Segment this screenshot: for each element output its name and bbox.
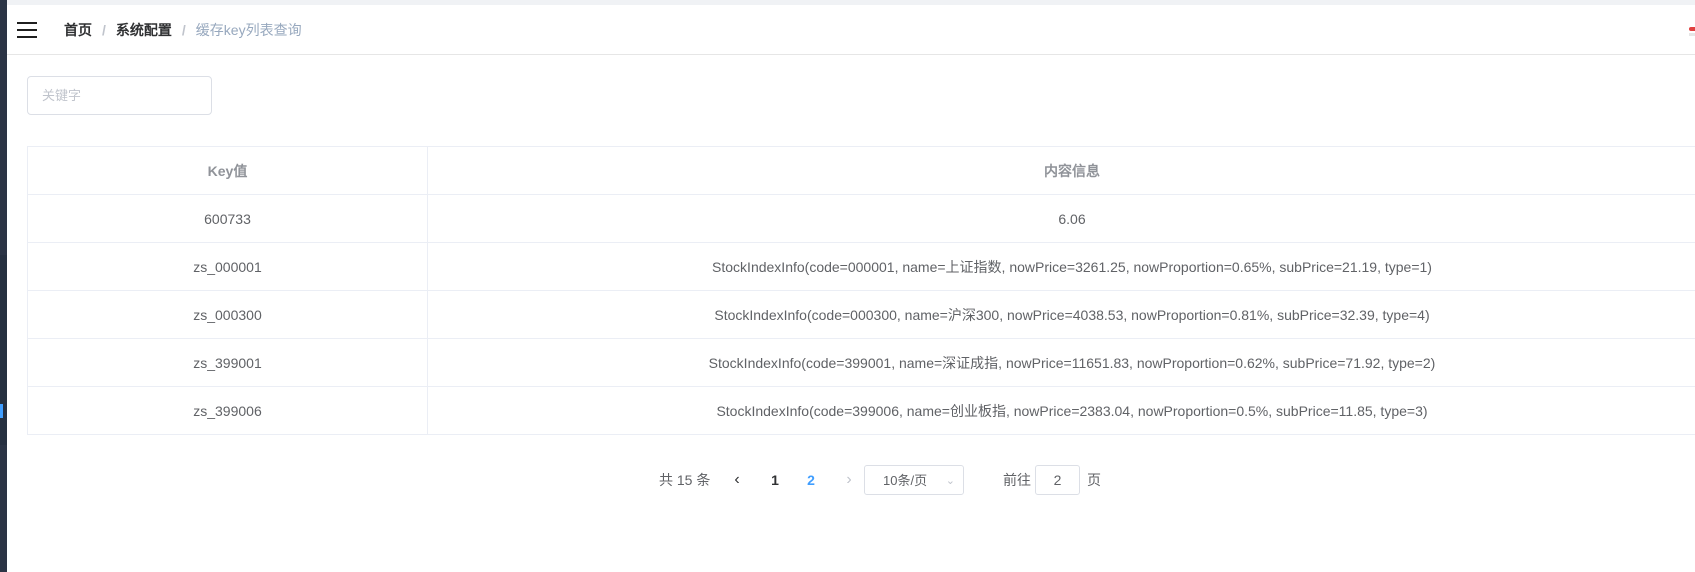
- cell-content: StockIndexInfo(code=000001, name=上证指数, n…: [427, 242, 1695, 291]
- chevron-right-icon[interactable]: ›: [841, 465, 857, 495]
- column-header-key[interactable]: Key值: [27, 146, 428, 195]
- pagination-total: 共 15 条: [659, 472, 711, 488]
- breadcrumb-home[interactable]: 首页: [64, 20, 92, 40]
- table-row[interactable]: zs_000001 StockIndexInfo(code=000001, na…: [27, 242, 1695, 291]
- page-number-1[interactable]: 1: [763, 465, 787, 495]
- goto-suffix: 页: [1087, 472, 1101, 488]
- sidebar-active-marker: [0, 404, 3, 418]
- cell-key: zs_000300: [27, 290, 428, 339]
- sidebar-edge: [0, 0, 7, 572]
- cache-key-table: Key值 内容信息 600733 6.06 zs_000001 StockInd…: [27, 146, 1695, 435]
- cell-content: 6.06: [427, 194, 1695, 243]
- cell-key: zs_399001: [27, 338, 428, 387]
- page-number-2[interactable]: 2: [799, 465, 823, 495]
- breadcrumb-separator: /: [102, 21, 106, 38]
- table-row[interactable]: zs_000300 StockIndexInfo(code=000300, na…: [27, 290, 1695, 339]
- chevron-left-icon[interactable]: ‹: [729, 465, 745, 495]
- pagination: 共 15 条 ‹ 1 2 › 10条/页 ⌄ 前往 页: [7, 465, 1695, 495]
- breadcrumb-separator: /: [181, 21, 186, 38]
- table-row[interactable]: zs_399001 StockIndexInfo(code=399001, na…: [27, 338, 1695, 387]
- navbar: 首页 / 系统配置 / 缓存key列表查询: [7, 5, 1695, 55]
- main-content: 首页 / 系统配置 / 缓存key列表查询 Key值 内容信息 600733 6…: [7, 0, 1695, 572]
- breadcrumb-system-config[interactable]: 系统配置: [116, 20, 172, 40]
- language-flag-icon[interactable]: [1687, 27, 1695, 37]
- page-size-value: 10条/页: [883, 473, 928, 488]
- table-row[interactable]: zs_399006 StockIndexInfo(code=399006, na…: [27, 386, 1695, 435]
- chevron-down-icon: ⌄: [945, 475, 955, 487]
- cell-content: StockIndexInfo(code=000300, name=沪深300, …: [427, 290, 1695, 339]
- cell-key: zs_399006: [27, 386, 428, 435]
- cell-content: StockIndexInfo(code=399006, name=创业板指, n…: [427, 386, 1695, 435]
- hamburger-icon[interactable]: [17, 21, 37, 38]
- goto-page-input[interactable]: [1035, 465, 1080, 495]
- table-header-row: Key值 内容信息: [27, 146, 1695, 195]
- cell-content: StockIndexInfo(code=399001, name=深证成指, n…: [427, 338, 1695, 387]
- column-header-content[interactable]: 内容信息: [427, 146, 1695, 195]
- goto-prefix: 前往: [1003, 472, 1031, 488]
- page-size-select[interactable]: 10条/页 ⌄: [864, 465, 964, 495]
- cell-key: zs_000001: [27, 242, 428, 291]
- breadcrumb: 首页 / 系统配置 / 缓存key列表查询: [64, 20, 302, 40]
- table-row[interactable]: 600733 6.06: [27, 194, 1695, 243]
- cell-key: 600733: [27, 194, 428, 243]
- search-input[interactable]: [27, 76, 212, 115]
- breadcrumb-current: 缓存key列表查询: [195, 21, 302, 38]
